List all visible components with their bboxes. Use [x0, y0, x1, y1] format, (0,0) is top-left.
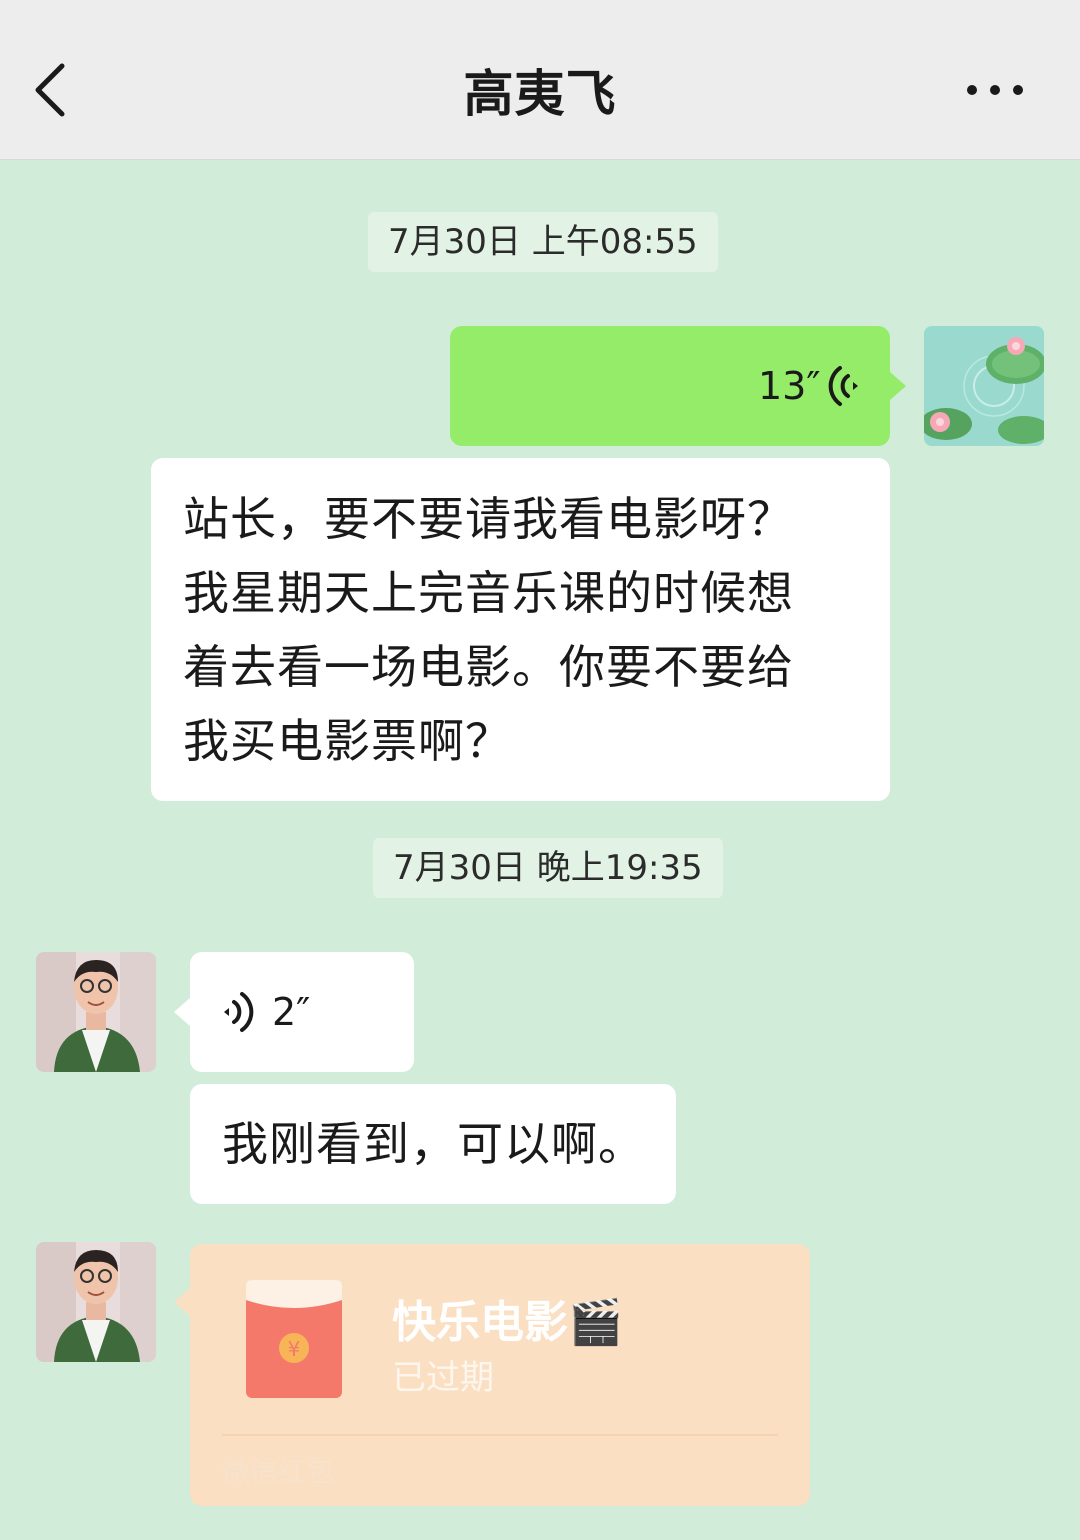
voice-wave-icon: [828, 366, 858, 406]
red-packet-status: 已过期: [392, 1358, 494, 1398]
contact-avatar[interactable]: [36, 1242, 156, 1362]
chat-title: 高夷飞: [463, 65, 617, 123]
red-packet-card[interactable]: ¥ 快乐电影🎬 已过期 微信红包: [190, 1244, 810, 1506]
chat-header: 高夷飞: [0, 0, 1080, 160]
yuan-icon: ¥: [288, 1337, 301, 1361]
timestamp: 7月30日 上午08:55: [368, 212, 718, 272]
red-packet-label: 微信红包: [222, 1455, 335, 1488]
bubble-tail: [174, 998, 190, 1026]
voice-duration: 13″: [758, 364, 821, 408]
voice-message-sent[interactable]: 13″: [450, 326, 890, 446]
bubble-tail: [890, 372, 906, 400]
timestamp: 7月30日 晚上19:35: [373, 838, 723, 898]
voice-message-received[interactable]: 2″: [190, 952, 414, 1072]
voice-duration: 2″: [272, 990, 311, 1034]
red-envelope-icon: ¥: [246, 1280, 342, 1398]
ellipsis-icon: [967, 85, 1023, 95]
red-packet-title: 快乐电影🎬: [392, 1297, 623, 1348]
text-message-sent[interactable]: 站长，要不要请我看电影呀？ 我星期天上完音乐课的时候想 着去看一场电影。你要不要…: [151, 458, 890, 801]
message-text: 我刚看到，可以啊。: [222, 1117, 645, 1171]
person-photo-avatar: [36, 952, 156, 1072]
bubble-tail: [174, 1288, 190, 1316]
more-button[interactable]: [950, 60, 1040, 120]
contact-avatar[interactable]: [36, 952, 156, 1072]
my-avatar[interactable]: [924, 326, 1044, 446]
lotus-pond-avatar-image: [924, 326, 1044, 446]
voice-wave-icon: [224, 992, 254, 1032]
person-photo-avatar: [36, 1242, 156, 1362]
message-text: 站长，要不要请我看电影呀？ 我星期天上完音乐课的时候想 着去看一场电影。你要不要…: [183, 492, 794, 768]
divider: [222, 1434, 778, 1436]
text-message-received[interactable]: 我刚看到，可以啊。: [190, 1084, 676, 1204]
